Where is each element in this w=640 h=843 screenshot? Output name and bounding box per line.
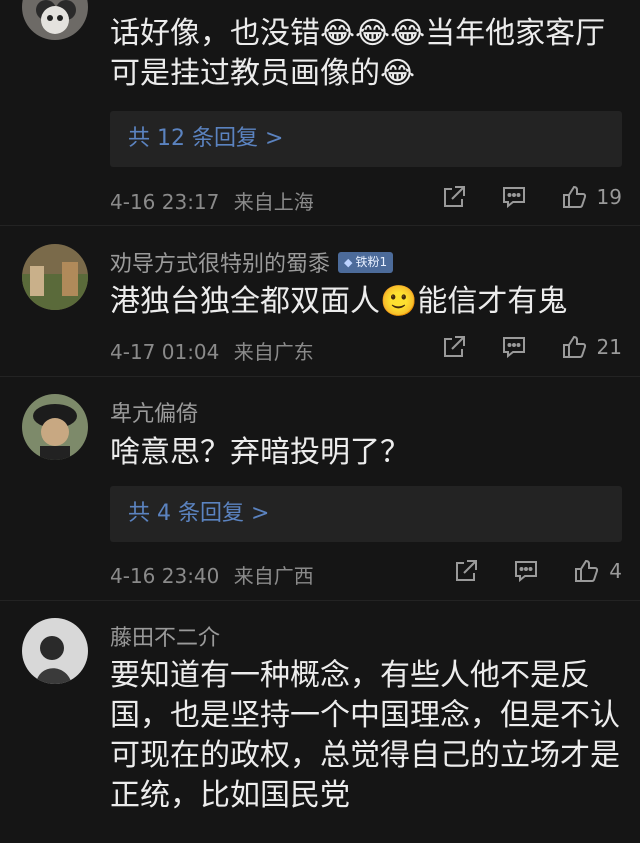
diamond-icon: ◆ (344, 255, 353, 269)
comment-time: 4-17 01:04 (110, 340, 220, 364)
comment-icon (502, 187, 525, 209)
comment-time: 4-16 23:40 (110, 564, 220, 588)
like-count: 21 (596, 335, 622, 359)
comment-icon (515, 561, 538, 583)
username-text: 劝导方式很特别的蜀黍 (110, 252, 331, 277)
share-button[interactable] (453, 558, 479, 584)
divider (0, 225, 640, 226)
thumbs-up-icon (575, 559, 599, 582)
comment-meta: 4-16 23:40 来自广西 (110, 560, 314, 589)
share-icon (443, 186, 465, 207)
divider (0, 376, 640, 377)
share-button[interactable] (441, 334, 467, 360)
thumbs-up-icon (562, 335, 586, 358)
comment-location: 来自广西 (233, 564, 314, 588)
avatar[interactable] (22, 0, 88, 40)
share-icon (443, 336, 465, 357)
comment-location: 来自上海 (233, 190, 314, 214)
comment-actions: 21 (407, 334, 622, 360)
comment-actions: 19 (407, 184, 622, 210)
comment-button[interactable] (513, 558, 539, 584)
avatar[interactable] (22, 244, 88, 310)
badge-label: 铁粉1 (355, 254, 388, 269)
share-button[interactable] (441, 184, 467, 210)
view-replies-link[interactable]: 共 4 条回复 > (110, 486, 622, 542)
username[interactable]: 劝导方式很特别的蜀黍 ◆ 铁粉1 (110, 246, 394, 278)
comment-time: 4-16 23:17 (110, 190, 220, 214)
username[interactable]: 卑亢偏倚 (110, 396, 198, 428)
comment-text: 港独台独全都双面人🙂能信才有鬼 (110, 284, 568, 319)
share-icon (456, 560, 478, 581)
like-count: 19 (596, 185, 622, 209)
comment-text: 啥意思？弃暗投明了？ (110, 435, 410, 470)
like-button[interactable]: 19 (561, 184, 622, 210)
fan-badge: ◆ 铁粉1 (338, 251, 394, 273)
comment-button[interactable] (501, 334, 527, 360)
comment-icon (502, 337, 525, 359)
avatar[interactable] (22, 618, 88, 684)
like-button[interactable]: 4 (573, 558, 622, 584)
avatar[interactable] (22, 394, 88, 460)
username[interactable]: 藤田不二介 (110, 620, 220, 652)
comment-button[interactable] (501, 184, 527, 210)
comment-meta: 4-16 23:17 来自上海 (110, 186, 314, 215)
thumbs-up-icon (562, 185, 586, 208)
view-replies-link[interactable]: 共 12 条回复 > (110, 111, 622, 167)
comment-text: 要知道有一种概念，有些人他不是反国，也是坚持一个中国理念，但是不认可现在的政权，… (110, 658, 620, 813)
comment-meta: 4-17 01:04 来自广东 (110, 336, 314, 365)
like-button[interactable]: 21 (561, 334, 622, 360)
comment-location: 来自广东 (233, 340, 314, 364)
like-count: 4 (609, 559, 622, 583)
divider (0, 600, 640, 601)
comment-text: 话好像，也没错😂😂😂当年他家客厅可是挂过教员画像的😂 (110, 16, 606, 91)
comment-actions: 4 (419, 558, 622, 584)
